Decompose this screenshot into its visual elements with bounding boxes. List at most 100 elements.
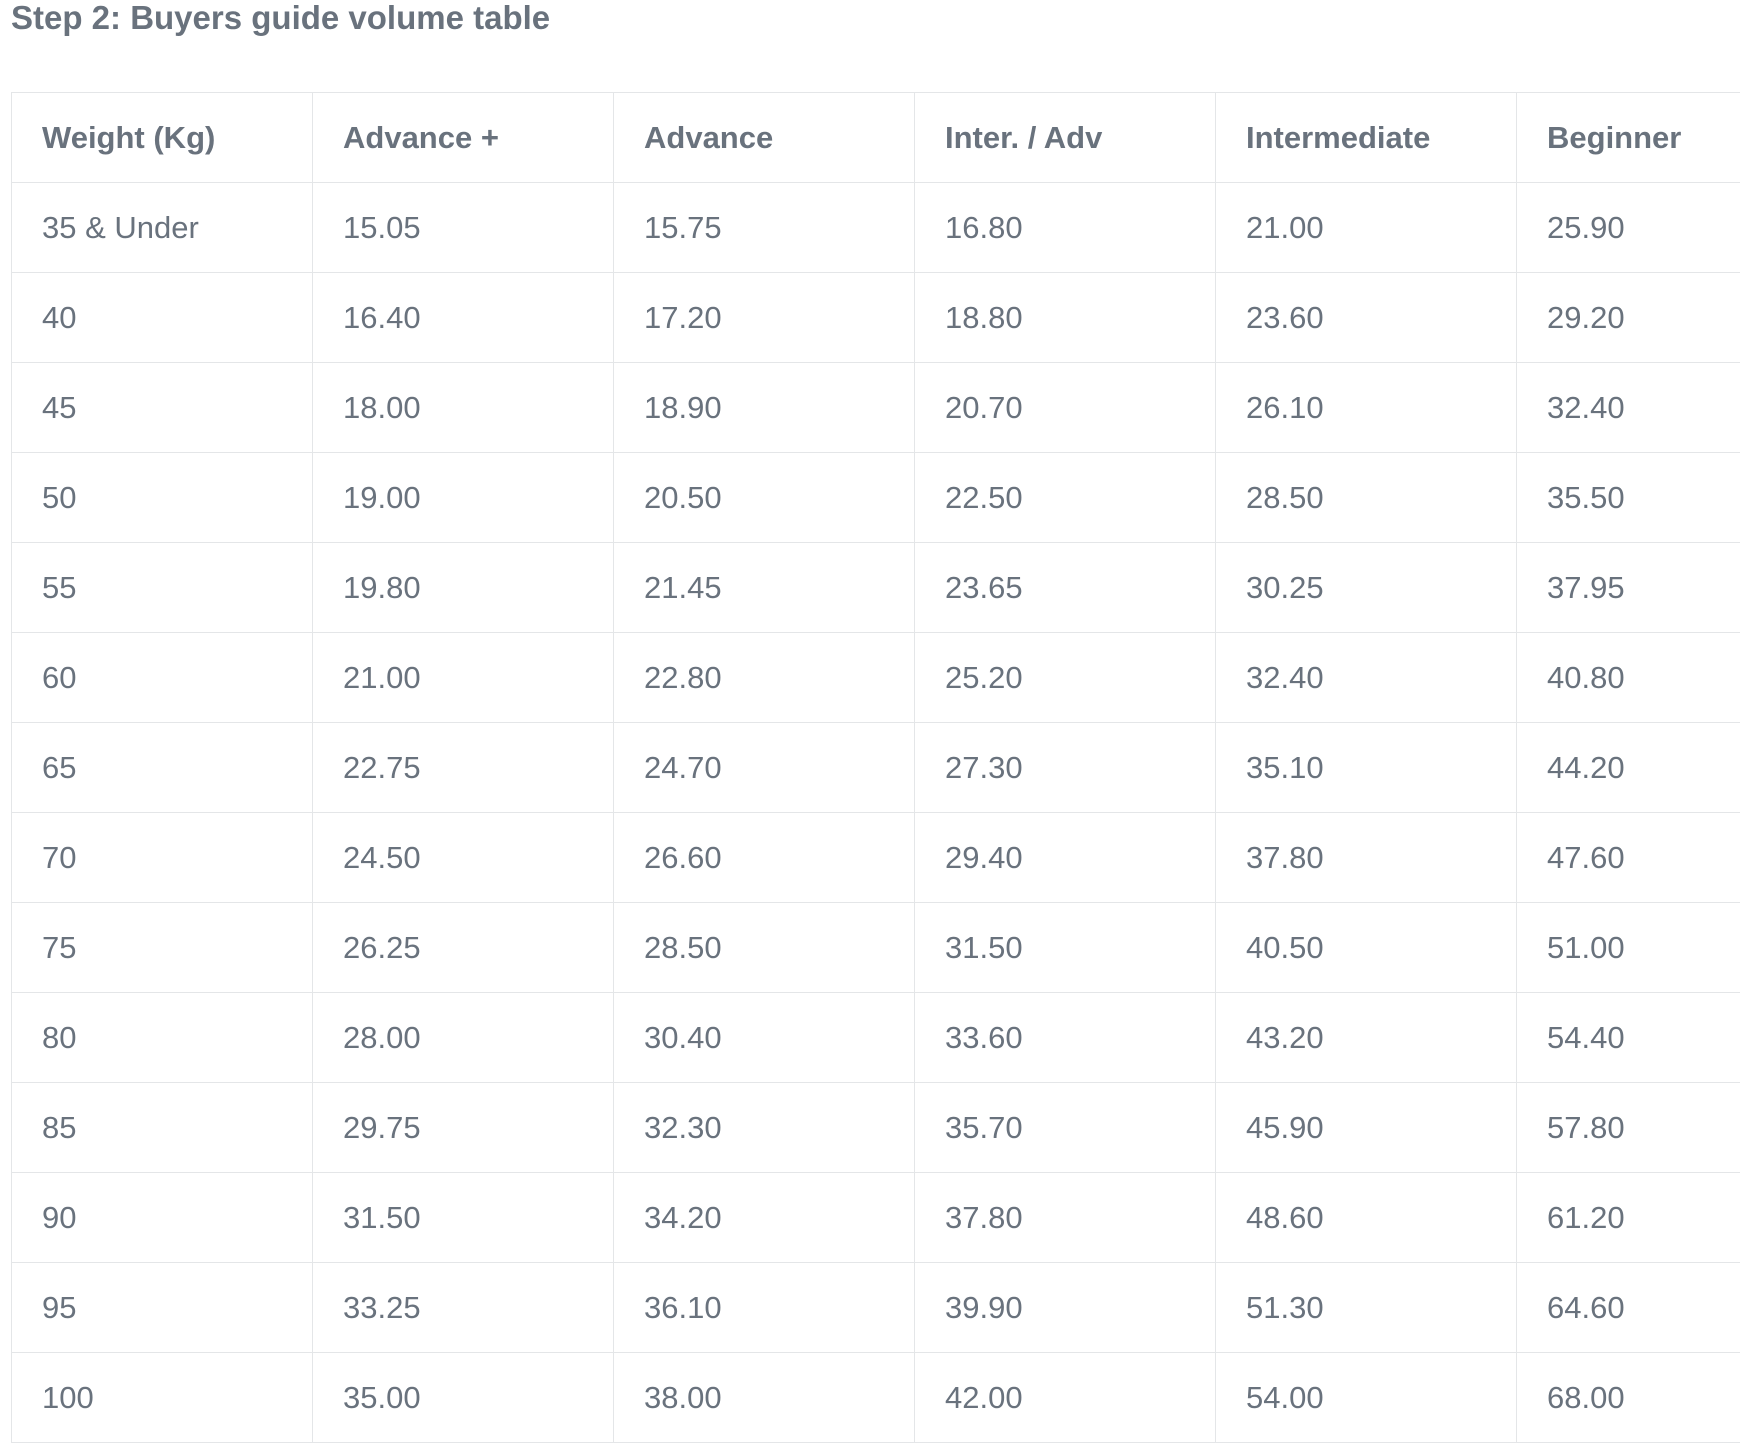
- volume-cell: 32.30: [613, 1082, 915, 1173]
- volume-cell: 26.10: [1215, 362, 1517, 453]
- table-row: 50 19.00 20.50 22.50 28.50 35.50: [11, 452, 1740, 543]
- table-row: 80 28.00 30.40 33.60 43.20 54.40: [11, 992, 1740, 1083]
- volume-cell: 21.00: [1215, 182, 1517, 273]
- volume-cell: 21.45: [613, 542, 915, 633]
- volume-cell: 26.60: [613, 812, 915, 903]
- volume-cell: 28.00: [312, 992, 614, 1083]
- volume-cell: 31.50: [914, 902, 1216, 993]
- volume-cell: 37.95: [1516, 542, 1740, 633]
- volume-cell: 35.70: [914, 1082, 1216, 1173]
- volume-cell: 24.70: [613, 722, 915, 813]
- table-row: 70 24.50 26.60 29.40 37.80 47.60: [11, 812, 1740, 903]
- volume-cell: 54.00: [1215, 1352, 1517, 1443]
- volume-cell: 20.50: [613, 452, 915, 543]
- column-header: Beginner: [1516, 92, 1740, 183]
- column-header: Advance +: [312, 92, 614, 183]
- volume-cell: 16.40: [312, 272, 614, 363]
- volume-cell: 15.05: [312, 182, 614, 273]
- volume-cell: 39.90: [914, 1262, 1216, 1353]
- volume-cell: 57.80: [1516, 1082, 1740, 1173]
- volume-cell: 29.75: [312, 1082, 614, 1173]
- volume-cell: 61.20: [1516, 1172, 1740, 1263]
- volume-cell: 24.50: [312, 812, 614, 903]
- volume-cell: 17.20: [613, 272, 915, 363]
- table-row: 60 21.00 22.80 25.20 32.40 40.80: [11, 632, 1740, 723]
- volume-cell: 30.40: [613, 992, 915, 1083]
- volume-cell: 47.60: [1516, 812, 1740, 903]
- table-row: 45 18.00 18.90 20.70 26.10 32.40: [11, 362, 1740, 453]
- volume-cell: 26.25: [312, 902, 614, 993]
- weight-cell: 90: [11, 1172, 313, 1263]
- volume-cell: 25.20: [914, 632, 1216, 723]
- column-header: Weight (Kg): [11, 92, 313, 183]
- volume-cell: 18.90: [613, 362, 915, 453]
- volume-cell: 40.80: [1516, 632, 1740, 723]
- weight-cell: 40: [11, 272, 313, 363]
- volume-cell: 38.00: [613, 1352, 915, 1443]
- table-row: 40 16.40 17.20 18.80 23.60 29.20: [11, 272, 1740, 363]
- volume-cell: 45.90: [1215, 1082, 1517, 1173]
- weight-cell: 75: [11, 902, 313, 993]
- weight-cell: 80: [11, 992, 313, 1083]
- volume-cell: 29.40: [914, 812, 1216, 903]
- volume-cell: 33.25: [312, 1262, 614, 1353]
- table-row: 65 22.75 24.70 27.30 35.10 44.20: [11, 722, 1740, 813]
- header-row: Weight (Kg) Advance + Advance Inter. / Adv I…: [11, 92, 1740, 183]
- volume-cell: 18.80: [914, 272, 1216, 363]
- volume-cell: 21.00: [312, 632, 614, 723]
- table-row: 85 29.75 32.30 35.70 45.90 57.80: [11, 1082, 1740, 1173]
- page-title: Step 2: Buyers guide volume table: [11, 0, 551, 36]
- volume-cell: 42.00: [914, 1352, 1216, 1443]
- table-row: 75 26.25 28.50 31.50 40.50 51.00: [11, 902, 1740, 993]
- volume-cell: 16.80: [914, 182, 1216, 273]
- weight-cell: 65: [11, 722, 313, 813]
- volume-cell: 37.80: [1215, 812, 1517, 903]
- volume-cell: 22.80: [613, 632, 915, 723]
- weight-cell: 35 & Under: [11, 182, 313, 273]
- volume-cell: 34.20: [613, 1172, 915, 1263]
- volume-cell: 43.20: [1215, 992, 1517, 1083]
- table-row: 90 31.50 34.20 37.80 48.60 61.20: [11, 1172, 1740, 1263]
- volume-cell: 32.40: [1215, 632, 1517, 723]
- table-body: 35 & Under 15.05 15.75 16.80 21.00 25.90 40 16.…: [11, 182, 1740, 1443]
- volume-cell: 33.60: [914, 992, 1216, 1083]
- table-row: 100 35.00 38.00 42.00 54.00 68.00: [11, 1352, 1740, 1443]
- volume-cell: 68.00: [1516, 1352, 1740, 1443]
- volume-cell: 20.70: [914, 362, 1216, 453]
- volume-cell: 28.50: [1215, 452, 1517, 543]
- weight-cell: 60: [11, 632, 313, 723]
- weight-cell: 100: [11, 1352, 313, 1443]
- volume-cell: 19.80: [312, 542, 614, 633]
- volume-cell: 64.60: [1516, 1262, 1740, 1353]
- volume-cell: 28.50: [613, 902, 915, 993]
- volume-cell: 36.10: [613, 1262, 915, 1353]
- column-header: Inter. / Adv: [914, 92, 1216, 183]
- weight-cell: 70: [11, 812, 313, 903]
- table-row: 35 & Under 15.05 15.75 16.80 21.00 25.90: [11, 182, 1740, 273]
- volume-cell: 22.50: [914, 452, 1216, 543]
- weight-cell: 45: [11, 362, 313, 453]
- table-row: 95 33.25 36.10 39.90 51.30 64.60: [11, 1262, 1740, 1353]
- volume-cell: 19.00: [312, 452, 614, 543]
- volume-cell: 51.30: [1215, 1262, 1517, 1353]
- volume-cell: 40.50: [1215, 902, 1517, 993]
- volume-cell: 37.80: [914, 1172, 1216, 1263]
- weight-cell: 95: [11, 1262, 313, 1353]
- volume-cell: 29.20: [1516, 272, 1740, 363]
- volume-cell: 25.90: [1516, 182, 1740, 273]
- volume-cell: 48.60: [1215, 1172, 1517, 1263]
- volume-cell: 27.30: [914, 722, 1216, 813]
- column-header: Advance: [613, 92, 915, 183]
- volume-cell: 35.00: [312, 1352, 614, 1443]
- volume-cell: 51.00: [1516, 902, 1740, 993]
- column-header: Intermediate: [1215, 92, 1517, 183]
- volume-cell: 32.40: [1516, 362, 1740, 453]
- volume-cell: 15.75: [613, 182, 915, 273]
- volume-cell: 31.50: [312, 1172, 614, 1263]
- volume-cell: 35.50: [1516, 452, 1740, 543]
- volume-cell: 35.10: [1215, 722, 1517, 813]
- volume-cell: 44.20: [1516, 722, 1740, 813]
- volume-cell: 23.65: [914, 542, 1216, 633]
- weight-cell: 55: [11, 542, 313, 633]
- volume-cell: 54.40: [1516, 992, 1740, 1083]
